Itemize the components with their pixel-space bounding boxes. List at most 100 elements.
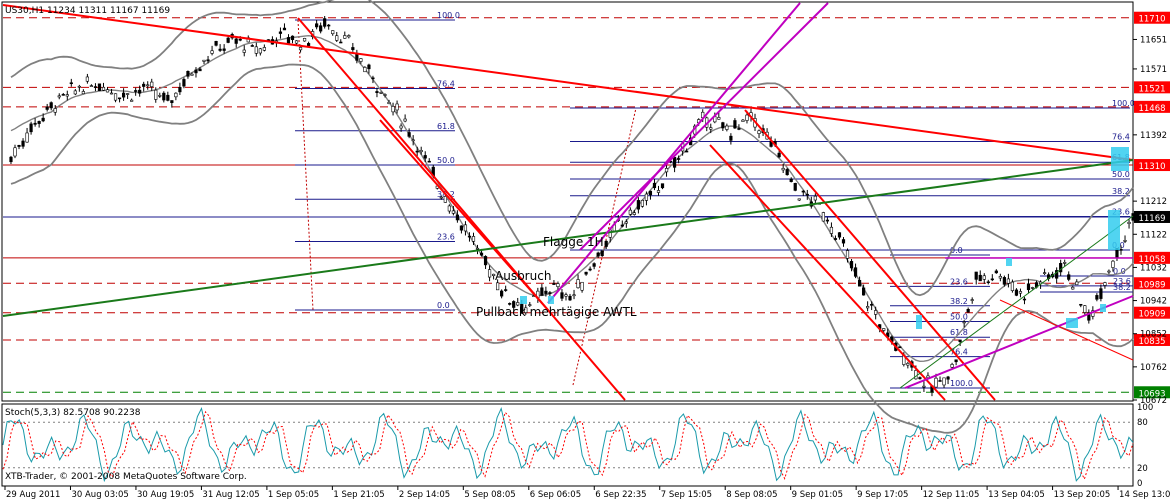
annotation-ausbruch: Ausbruch [495, 269, 551, 283]
candle-body [190, 73, 194, 76]
candle-body [81, 91, 85, 95]
candle-body [717, 117, 721, 120]
candle-body [327, 24, 331, 27]
candle-body [49, 102, 53, 109]
candle-body [636, 200, 640, 210]
candle-body [572, 294, 576, 297]
annotation-flagge: Flagge 1H [543, 235, 604, 249]
candle-body [1010, 281, 1015, 291]
candle-body [1071, 286, 1075, 290]
fib-lower-label: 38.2 [950, 297, 968, 306]
candle-body [825, 219, 830, 222]
highlight-marker [1111, 147, 1129, 171]
candle-body [918, 377, 922, 380]
candle-body [315, 23, 319, 28]
fib-left-label: 100.0 [437, 11, 460, 20]
candle-body [463, 224, 468, 232]
candle-body [837, 232, 842, 238]
highlight-marker [1066, 318, 1078, 328]
price-badge-10989: 10989 [1138, 280, 1165, 290]
candle-body [483, 256, 488, 266]
price-badge-10909: 10909 [1138, 310, 1165, 320]
candle-body [93, 86, 98, 88]
candle-body [954, 359, 958, 363]
candle-body [882, 328, 886, 331]
candle-body [439, 196, 443, 199]
time-tick-label: 9 Sep 01:05 [792, 490, 843, 500]
candle-body [548, 292, 552, 294]
candle-body [427, 160, 431, 163]
candle-body [9, 156, 13, 163]
candle-body [371, 77, 375, 80]
candle-body [660, 183, 665, 189]
candle-body [672, 157, 677, 168]
fib-lower-label: 50.0 [950, 313, 968, 322]
candle-body [1026, 283, 1031, 291]
candle-body [363, 67, 367, 73]
fib-lower-label: 100.0 [950, 379, 973, 388]
price-badge-11169: 11169 [1138, 214, 1165, 224]
time-tick-label: 8 Sep 08:05 [726, 490, 777, 500]
candle-body [395, 103, 399, 111]
candle-body [568, 295, 572, 301]
price-tick-label: 11392 [1140, 131, 1167, 141]
time-tick-label: 6 Sep 22:35 [595, 490, 646, 500]
candle-body [467, 235, 472, 238]
candle-body [282, 27, 287, 31]
candle-body [560, 292, 564, 299]
candle-body [298, 47, 303, 51]
candle-body [214, 40, 218, 46]
candle-body [109, 92, 114, 95]
candle-body [206, 59, 210, 62]
price-tick-label: 10762 [1140, 363, 1167, 373]
fib-right-label: 23.6 [1113, 277, 1131, 286]
candle-body [41, 117, 45, 122]
candle-body [142, 83, 146, 87]
candle-body [130, 99, 134, 102]
candle-body [970, 299, 974, 301]
candle-body [962, 321, 966, 324]
time-tick-label: 2 Sep 14:05 [399, 490, 450, 500]
candle-body [242, 49, 246, 53]
candle-body [845, 250, 850, 259]
candle-body [383, 94, 387, 96]
candle-body [359, 58, 363, 62]
time-tick-label: 7 Sep 15:05 [661, 490, 712, 500]
candle-body [1063, 262, 1067, 264]
candle-body [1103, 282, 1107, 286]
candle-body [664, 168, 669, 173]
candle-body [862, 287, 866, 296]
candle-body [105, 89, 110, 93]
candle-body [849, 261, 854, 269]
time-tick-label: 30 Aug 03:05 [71, 490, 128, 500]
candle-body [596, 252, 600, 257]
candle-body [113, 93, 118, 101]
candle-body [1099, 288, 1103, 299]
candle-body [789, 178, 793, 182]
candle-body [278, 31, 283, 34]
candle-body [85, 76, 89, 82]
candle-body [411, 139, 415, 142]
candle-body [73, 90, 77, 95]
candle-body [958, 339, 962, 343]
candle-body [178, 87, 182, 93]
candle-body [13, 147, 17, 157]
candle-body [210, 50, 214, 54]
candle-body [874, 310, 878, 315]
candle-body [479, 252, 484, 256]
candle-body [801, 190, 805, 193]
candle-body [588, 268, 592, 271]
candle-body [146, 84, 150, 87]
candle-body [355, 53, 359, 61]
candle-body [978, 274, 982, 282]
candle-body [496, 282, 500, 291]
candle-body [134, 90, 138, 92]
price-badge-11521: 11521 [1138, 84, 1165, 94]
candle-body [725, 125, 729, 130]
candle-body [620, 224, 624, 227]
candle-body [262, 47, 266, 51]
highlight-marker [548, 296, 554, 304]
candle-body [934, 377, 938, 388]
candle-body [974, 271, 978, 280]
candle-body [403, 118, 407, 122]
